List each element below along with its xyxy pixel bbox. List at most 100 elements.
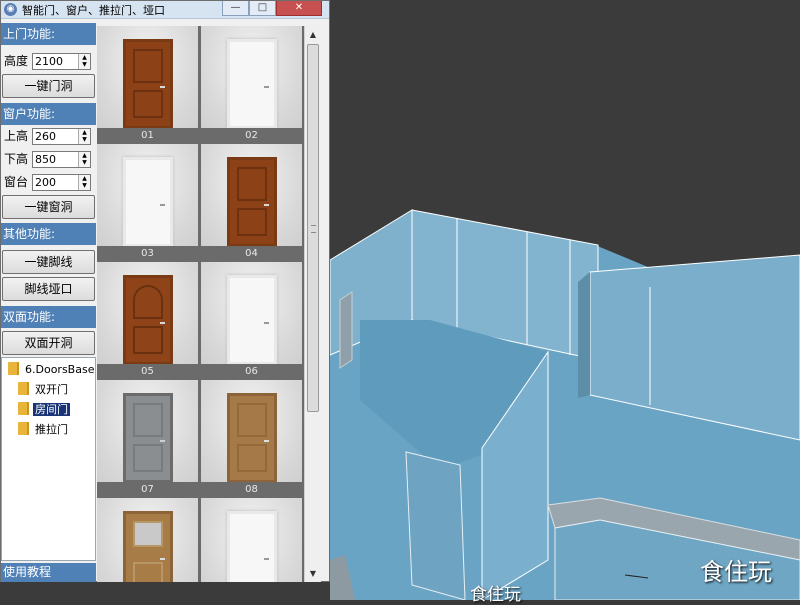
watermark-bottom: 食住玩	[470, 585, 521, 605]
thumbnail-caption: 02	[201, 128, 302, 144]
door-opening-button[interactable]: 一键门洞	[2, 74, 95, 98]
door-thumbnail[interactable]: 01	[97, 26, 198, 144]
door-thumbnail[interactable]	[201, 498, 302, 582]
spinner-arrows[interactable]: ▲ ▼	[78, 175, 90, 190]
door-height-spinner[interactable]: ▲▼	[32, 53, 91, 70]
door-handle-icon	[264, 86, 269, 88]
window-top-label: 上高	[4, 129, 29, 143]
title-bar[interactable]: ◉ 智能门、窗户、推拉门、垭口 — □ ✕	[1, 1, 329, 19]
door-handle-icon	[264, 322, 269, 324]
door-thumbnail[interactable]: 03	[97, 144, 198, 262]
close-button[interactable]: ✕	[276, 1, 322, 16]
thumbnail-caption: 05	[97, 364, 198, 380]
window-bottom-input[interactable]	[34, 152, 80, 167]
door-preview-image	[97, 26, 198, 129]
door-icon	[227, 157, 277, 247]
window-section-header: 窗户功能:	[1, 103, 96, 125]
grip-icon	[311, 225, 316, 233]
window-bottom-spinner[interactable]: ▲▼	[32, 151, 91, 168]
door-icon	[123, 157, 173, 247]
door-handle-icon	[264, 440, 269, 442]
tree-root[interactable]: 6.DoorsBase	[8, 362, 96, 378]
window-top-spinner[interactable]: ▲▼	[32, 128, 91, 145]
library-tree[interactable]: 6.DoorsBase 双开门 房间门 推拉门	[1, 357, 96, 561]
window-sill-input[interactable]	[34, 175, 80, 190]
window-opening-button[interactable]: 一键窗洞	[2, 195, 95, 219]
watermark-logo: 食住玩	[700, 558, 772, 586]
tutorial-link[interactable]: 使用教程	[1, 563, 96, 582]
thumbnail-caption: 03	[97, 246, 198, 262]
door-height-label: 高度	[4, 54, 29, 68]
door-icon	[227, 393, 277, 483]
thumbnail-caption: 01	[97, 128, 198, 144]
door-preview-image	[201, 498, 302, 582]
door-handle-icon	[160, 86, 165, 88]
scroll-down-icon[interactable]: ▼	[305, 565, 321, 582]
spin-down-icon[interactable]: ▼	[79, 159, 90, 166]
thumbnail-caption: 08	[201, 482, 302, 498]
door-thumbnail[interactable]: 08	[201, 380, 302, 498]
tree-item-sliding-door[interactable]: 推拉门	[18, 422, 70, 438]
door-preview-image	[201, 26, 302, 129]
double-opening-button[interactable]: 双面开洞	[2, 331, 95, 355]
thumbnail-caption: 07	[97, 482, 198, 498]
tree-item-room-door[interactable]: 房间门	[18, 402, 70, 418]
door-thumbnail-grid: 01 02 03 04 05 06 07 08	[97, 26, 304, 582]
door-preview-image	[201, 262, 302, 365]
door-thumbnail[interactable]: 02	[201, 26, 302, 144]
thumbnail-caption: 06	[201, 364, 302, 380]
door-height-input[interactable]	[34, 54, 80, 69]
baseboard-button[interactable]: 一键脚线	[2, 250, 95, 274]
maximize-button[interactable]: □	[249, 1, 276, 16]
door-preview-image	[97, 380, 198, 483]
door-handle-icon	[160, 558, 165, 560]
window-sill-label: 窗台	[4, 175, 29, 189]
spin-up-icon[interactable]: ▲	[79, 152, 90, 159]
door-handle-icon	[160, 204, 165, 206]
spin-up-icon[interactable]: ▲	[79, 129, 90, 136]
door-preview-image	[201, 380, 302, 483]
door-preview-image	[97, 498, 198, 582]
spin-down-icon[interactable]: ▼	[79, 182, 90, 189]
door-handle-icon	[160, 322, 165, 324]
door-handle-icon	[264, 204, 269, 206]
spin-up-icon[interactable]: ▲	[79, 175, 90, 182]
folder-icon	[8, 362, 19, 375]
control-panel: 上门功能: 高度 ▲▼ 一键门洞 窗户功能: 上高 ▲▼ 下高 ▲▼ 窗台 ▲▼…	[1, 19, 96, 582]
spin-down-icon[interactable]: ▼	[79, 61, 90, 68]
door-handle-icon	[160, 440, 165, 442]
folder-icon	[18, 382, 29, 395]
door-icon	[227, 39, 277, 129]
folder-icon	[18, 422, 29, 435]
door-handle-icon	[264, 558, 269, 560]
door-preview-image	[201, 144, 302, 247]
door-thumbnail[interactable]: 04	[201, 144, 302, 262]
minimize-button[interactable]: —	[222, 1, 249, 16]
spinner-arrows[interactable]: ▲ ▼	[78, 152, 90, 167]
window-bottom-label: 下高	[4, 152, 29, 166]
door-icon	[123, 393, 173, 483]
door-section-header: 上门功能:	[1, 23, 96, 45]
door-icon	[123, 39, 173, 129]
door-thumbnail[interactable]: 07	[97, 380, 198, 498]
door-thumbnail[interactable]: 06	[201, 262, 302, 380]
spin-up-icon[interactable]: ▲	[79, 54, 90, 61]
spin-down-icon[interactable]: ▼	[79, 136, 90, 143]
window-frame-left	[339, 291, 353, 369]
spinner-arrows[interactable]: ▲ ▼	[78, 129, 90, 144]
tree-item-double-door[interactable]: 双开门	[18, 382, 70, 398]
door-preview-image	[97, 262, 198, 365]
door-icon	[227, 511, 277, 582]
spinner-arrows[interactable]: ▲ ▼	[78, 54, 90, 69]
baseboard-opening-button[interactable]: 脚线垭口	[2, 277, 95, 301]
door-thumbnail[interactable]: 05	[97, 262, 198, 380]
door-thumbnail[interactable]	[97, 498, 198, 582]
scroll-thumb[interactable]	[307, 44, 319, 412]
scroll-up-icon[interactable]: ▲	[305, 26, 321, 43]
window-sill-spinner[interactable]: ▲▼	[32, 174, 91, 191]
plugin-window: ◉ 智能门、窗户、推拉门、垭口 — □ ✕ 上门功能: 高度 ▲▼ 一键门洞 窗…	[0, 0, 330, 582]
thumbnail-scrollbar[interactable]: ▲ ▼	[304, 26, 321, 582]
app-logo-icon: ◉	[4, 3, 17, 16]
double-section-header: 双面功能:	[1, 306, 96, 328]
window-top-input[interactable]	[34, 129, 80, 144]
